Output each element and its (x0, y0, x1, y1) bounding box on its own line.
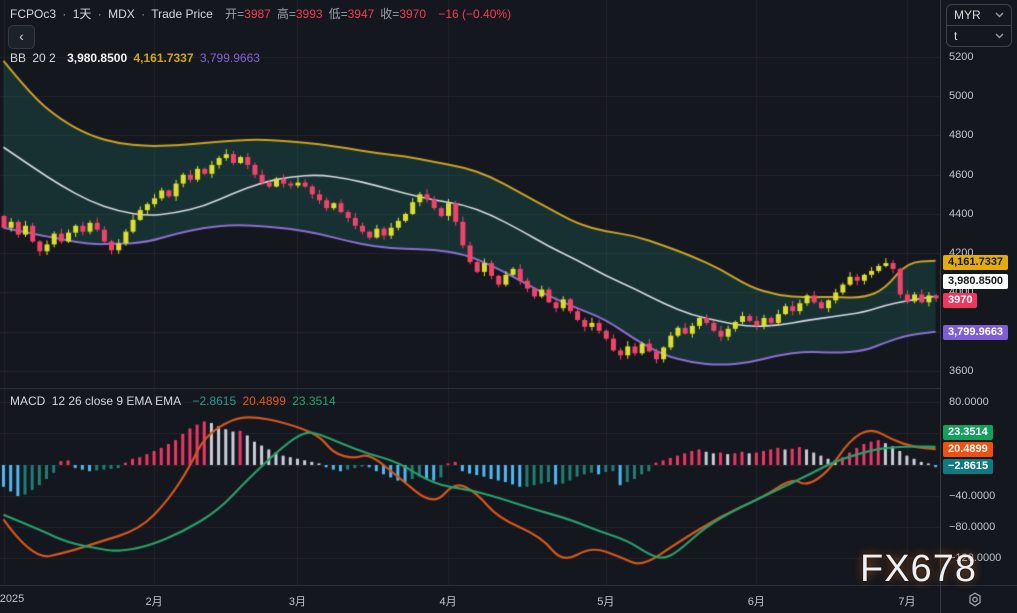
price-badge: 23.3514 (943, 425, 993, 440)
ohlc-value: 3970 (399, 7, 426, 21)
time-axis-label: 3月 (289, 593, 306, 609)
axis-tick-label: −40.0000 (949, 490, 995, 502)
axis-tick-label: 80.0000 (949, 396, 989, 408)
macd-chart-canvas[interactable] (0, 388, 940, 585)
price-badge: 3,980.8500 (943, 274, 1008, 289)
chevron-down-icon (995, 12, 1004, 18)
axis-tick-label: −80.0000 (949, 521, 995, 533)
currency-value: MYR (954, 8, 981, 22)
currency-unit-selector: MYR t (946, 4, 1012, 47)
symbol-legend[interactable]: FCPOc3 · 1天 · MDX · Trade Price 开=3987高=… (10, 5, 514, 22)
bb-legend[interactable]: BB 20 2 3,980.8500 4,161.7337 3,799.9663 (10, 51, 263, 65)
price-badge: 3970 (943, 293, 977, 308)
axis-tick-label: 3600 (949, 365, 973, 377)
bb-lower-value: 3,799.9663 (200, 51, 260, 65)
time-axis-label: 6月 (748, 593, 765, 609)
bb-upper-value: 4,161.7337 (133, 51, 193, 65)
bb-params: 20 2 (32, 51, 55, 65)
axis-tick-label: 4400 (949, 208, 973, 220)
ohlc-item: 高=3993 (277, 7, 326, 21)
legend-separator: · (62, 7, 66, 21)
unit-value: t (954, 29, 957, 43)
time-axis-label: 4月 (439, 593, 456, 609)
legend-separator: · (141, 7, 145, 21)
axis-tick-label: 5200 (949, 51, 973, 63)
chart-window: FCPOc3 · 1天 · MDX · Trade Price 开=3987高=… (0, 0, 1017, 613)
macd-hist-value: −2.8615 (192, 394, 236, 408)
ohlc-item: 收=3970 (380, 7, 429, 21)
time-axis-label: 2025 (0, 593, 24, 605)
price-badge: −2.8615 (943, 459, 993, 474)
chevron-left-icon: ‹ (19, 28, 24, 44)
chevron-down-icon (995, 33, 1004, 39)
price-type-label: Trade Price (151, 7, 213, 21)
ohlc-values: 开=3987高=3993低=3947收=3970 (225, 7, 432, 21)
macd-line-value: 20.4899 (243, 394, 286, 408)
legend-separator: · (98, 7, 102, 21)
ohlc-value: 3987 (244, 7, 271, 21)
axis-tick-label: 4800 (949, 129, 973, 141)
bb-name: BB (10, 51, 26, 65)
currency-dropdown[interactable]: MYR (947, 5, 1011, 25)
ohlc-item: 开=3987 (225, 7, 274, 21)
macd-name: MACD (10, 394, 45, 408)
price-badge: 20.4899 (943, 442, 993, 457)
time-axis-settings-icon[interactable] (966, 591, 984, 609)
pane-separator[interactable] (0, 388, 941, 389)
ohlc-label: 低= (329, 7, 348, 21)
ohlc-label: 开= (225, 7, 244, 21)
interval-label: 1天 (73, 7, 92, 21)
ohlc-item: 低=3947 (329, 7, 378, 21)
macd-signal-value: 23.3514 (292, 394, 335, 408)
bb-basis-value: 3,980.8500 (67, 51, 127, 65)
change-value: −16 (−0.40%) (438, 7, 511, 21)
axis-corner-divider (940, 586, 941, 613)
ohlc-value: 3947 (348, 7, 375, 21)
axis-tick-label: 5000 (949, 90, 973, 102)
time-axis-label: 2月 (146, 593, 163, 609)
back-button[interactable]: ‹ (8, 25, 35, 49)
exchange-label: MDX (108, 7, 135, 21)
ohlc-value: 3993 (296, 7, 323, 21)
axis-tick-label: 4600 (949, 169, 973, 181)
time-axis-label: 7月 (898, 593, 915, 609)
macd-legend[interactable]: MACD 12 26 close 9 EMA EMA −2.8615 20.48… (10, 394, 339, 408)
price-axis[interactable]: MYR t 5200500048004600440042004000380036… (941, 0, 1017, 585)
symbol-name: FCPOc3 (10, 7, 56, 21)
ohlc-label: 高= (277, 7, 296, 21)
ohlc-label: 收= (380, 7, 399, 21)
axis-tick-label: −120.0000 (949, 552, 1001, 564)
unit-dropdown[interactable]: t (947, 25, 1011, 46)
time-axis[interactable]: 2025 2月 3月 4月 5月 6月 7月 (0, 585, 1017, 613)
macd-params: 12 26 close 9 EMA EMA (52, 394, 181, 408)
price-badge: 4,161.7337 (943, 255, 1008, 270)
time-axis-label: 5月 (597, 593, 614, 609)
price-badge: 3,799.9663 (943, 325, 1008, 340)
